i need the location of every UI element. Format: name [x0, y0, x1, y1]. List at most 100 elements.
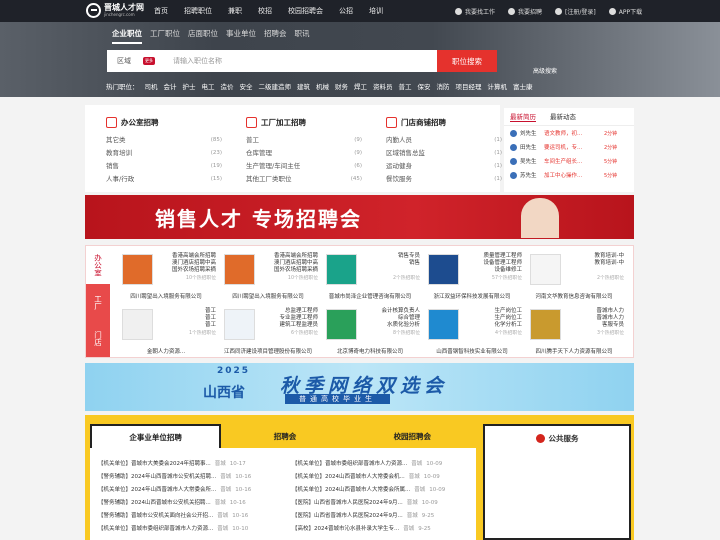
sales-fair-banner[interactable]: 销售人才 专场招聘会: [85, 195, 634, 239]
category-item[interactable]: 生产管理/车间主任 (6): [226, 160, 362, 173]
list-item[interactable]: 【机关单位】晋城市委组织部晋城市人力资源... 晋城 10-09: [292, 458, 442, 470]
company-card[interactable]: 销售专员 销售 2个热招职位 晋城市尚泽企业管理咨询有限公司: [320, 247, 420, 301]
autumn-fair-banner[interactable]: 2025 山西省 秋季网络双选会 普通高校毕业生: [85, 363, 634, 411]
public-services-title[interactable]: 公共服务: [549, 434, 579, 443]
hot-job[interactable]: 护士: [183, 81, 196, 91]
list-item[interactable]: 【高校】2024晋城市沁水县补录大学生专... 晋城 9-25: [292, 523, 431, 535]
tab-store[interactable]: 店面职位: [188, 28, 218, 44]
area-select[interactable]: 区域: [107, 56, 139, 66]
nav-campus[interactable]: 校招: [258, 6, 272, 16]
company-card[interactable]: 香港高端会所招聘 澳门酒店招聘中高 国外农场招聘采摘 10个热招职位 四川聘望出入境服务…: [218, 247, 318, 301]
resume-row[interactable]: 吴先生 车间生产组长... 5分钟: [504, 154, 634, 168]
category-item[interactable]: 其他工厂类职位 (45): [226, 173, 362, 186]
tab-job-fair[interactable]: 招聘会: [221, 424, 348, 448]
hot-job[interactable]: 二级建造师: [259, 81, 292, 91]
nav-jobs[interactable]: 招聘职位: [184, 6, 212, 16]
list-item[interactable]: 【医院】山西省晋城市人民医院2024年9月... 晋城 10-09: [292, 497, 438, 509]
tab-latest-news[interactable]: 最新动态: [550, 111, 576, 122]
category-item[interactable]: 区域销售总监 (1): [366, 147, 502, 160]
list-item[interactable]: 【机关单位】晋城市大美委会2024年招聘事... 晋城 10-17: [98, 458, 246, 470]
list-item[interactable]: 【机关单位】2024年山西晋城市人大常委会所... 晋城 10-16: [98, 484, 251, 496]
login-link[interactable]: [注册/登录]: [555, 7, 596, 16]
resume-row[interactable]: 田先生 要运司机，专... 2分钟: [504, 140, 634, 154]
company-grid: 办公室 工厂 门店 香港高端会所招聘 澳门酒店招聘中高 国外农场招聘采摘 10个热招职…: [85, 245, 634, 358]
logo-icon: [86, 3, 101, 18]
site-logo[interactable]: 晋城人才网 jinchengrc.com: [86, 3, 144, 18]
company-card[interactable]: 香港高端会所招聘 澳门酒店招聘中高 国外农场招聘采摘 10个热招职位 四川聘望出入境服务…: [116, 247, 216, 301]
search-button[interactable]: 职位搜索: [437, 50, 497, 72]
notice-list: 【机关单位】晋城市大美委会2024年招聘事... 晋城 10-17 【机关单位】晋城…: [90, 448, 476, 540]
resume-row[interactable]: 苏先生 加工中心操作... 5分钟: [504, 168, 634, 182]
category-item[interactable]: 其它类 (85): [86, 134, 222, 147]
hot-job[interactable]: 富士康: [513, 81, 533, 91]
nav-parttime[interactable]: 兼职: [228, 6, 242, 16]
tab-institution[interactable]: 事业单位: [226, 28, 256, 44]
search-input[interactable]: 请输入职位名称: [173, 56, 437, 66]
hot-job[interactable]: 会计: [164, 81, 177, 91]
tab-office[interactable]: 办公室: [86, 246, 110, 284]
tab-factory-side[interactable]: 工厂: [86, 284, 110, 320]
tab-factory[interactable]: 工厂职位: [150, 28, 180, 44]
tab-enterprise[interactable]: 企业职位: [112, 28, 142, 44]
nav-public[interactable]: 公招: [339, 6, 353, 16]
category-office: 办公室招聘 其它类 (85) 教育培训 (23) 销售 (19) 人事/行政 (15): [86, 110, 222, 190]
hot-job[interactable]: 保安: [418, 81, 431, 91]
category-title[interactable]: 门店商铺招聘: [401, 117, 446, 128]
hot-job[interactable]: 机械: [316, 81, 329, 91]
category-item[interactable]: 餐饮服务 (1): [366, 173, 502, 186]
hot-job[interactable]: 计算机: [488, 81, 508, 91]
category-item[interactable]: 普工 (9): [226, 134, 362, 147]
hot-label: 热门职位：: [106, 83, 139, 91]
tab-enterprise-jobs[interactable]: 企事业单位招聘: [90, 424, 222, 448]
nav-home[interactable]: 首页: [154, 6, 168, 16]
list-item[interactable]: 【警务辅助】2024年山西晋城市公安机关招聘... 晋城 10-16: [98, 471, 251, 483]
tab-news[interactable]: 职讯: [295, 28, 310, 44]
hot-job[interactable]: 项目经理: [456, 81, 482, 91]
nav-campus-fair[interactable]: 校园招聘会: [288, 6, 323, 16]
company-card[interactable]: 普工 普工 普工 1个热招职位 金朝人力资源...: [116, 302, 216, 356]
tab-campus-fair[interactable]: 校园招聘会: [349, 424, 476, 448]
company-card[interactable]: 会计核算负责人 综合管理 水质化验分析 8个热招职位 北京博奇电力科技有限公司: [320, 302, 420, 356]
tab-fair[interactable]: 招聘会: [264, 28, 287, 44]
tab-store-side[interactable]: 门店: [86, 320, 110, 357]
category-item[interactable]: 销售 (19): [86, 160, 222, 173]
company-card[interactable]: 晋城市人力 晋城市人力 客服专员 3个热招职位 四川腾手天下人力资源有限公司: [524, 302, 624, 356]
resume-row[interactable]: 刘先生 语文教师，初... 2分钟: [504, 126, 634, 140]
category-item[interactable]: 人事/行政 (15): [86, 173, 222, 186]
find-job-link[interactable]: 我要找工作: [455, 7, 495, 16]
hot-job[interactable]: 造价: [221, 81, 234, 91]
hot-job[interactable]: 财务: [335, 81, 348, 91]
list-item[interactable]: 【机关单位】2024山西晋城市人大常委会所属... 晋城 10-09: [292, 484, 445, 496]
category-item[interactable]: 运动健身 (1): [366, 160, 502, 173]
list-item[interactable]: 【机关单位】2024山西晋城市人大常委会机... 晋城 10-09: [292, 471, 440, 483]
category-title[interactable]: 办公室招聘: [121, 117, 159, 128]
company-card[interactable]: 总监理工程师 专业监理工程师 建筑工程监理员 6个热招职位 江西同济建设项目管理股份有限…: [218, 302, 318, 356]
hot-job[interactable]: 建筑: [297, 81, 310, 91]
recruit-link[interactable]: 我要招聘: [508, 7, 542, 16]
category-item[interactable]: 内勤人员 (1): [366, 134, 502, 147]
hot-job[interactable]: 资料员: [373, 81, 393, 91]
category-item[interactable]: 仓库管理 (9): [226, 147, 362, 160]
company-card[interactable]: 生产岗位工 生产岗位工 化学分析工 4个热招职位 山西晋钢智科技实业有限公司: [422, 302, 522, 356]
hot-job[interactable]: 焊工: [354, 81, 367, 91]
hot-job[interactable]: 消防: [437, 81, 450, 91]
category-item[interactable]: 教育培训 (23): [86, 147, 222, 160]
advanced-search-link[interactable]: 高级搜索: [533, 66, 557, 75]
hot-job[interactable]: 电工: [202, 81, 215, 91]
hot-job[interactable]: 安全: [240, 81, 253, 91]
list-item[interactable]: 【警务辅助】晋城市公安机关面向社会公开招... 晋城 10-16: [98, 510, 248, 522]
app-download-link[interactable]: APP下载: [608, 7, 642, 16]
store-icon: [386, 117, 397, 128]
company-card[interactable]: 质量管理工程师 设备管理工程师 设备维修工 57个热招职位 浙江双益环保科技发展有限公司: [422, 247, 522, 301]
list-item[interactable]: 【警务辅助】2024山西晋城市公安机关招聘... 晋城 10-16: [98, 497, 246, 509]
tab-latest-resumes[interactable]: 最新简历: [510, 111, 536, 122]
category-title[interactable]: 工厂加工招聘: [261, 117, 306, 128]
hot-job[interactable]: 司机: [145, 81, 158, 91]
hot-job[interactable]: 普工: [399, 81, 412, 91]
list-item[interactable]: 【医院】山西省晋城市人民医院2024年9月... 晋城 9-25: [292, 510, 434, 522]
top-right-links: 我要找工作 我要招聘 [注册/登录] APP下载: [455, 0, 642, 22]
area-more-badge[interactable]: 更多: [143, 57, 155, 65]
nav-training[interactable]: 培训: [369, 6, 383, 16]
list-item[interactable]: 【机关单位】晋城市委组织部晋城市人力资源... 晋城 10-10: [98, 523, 248, 535]
company-card[interactable]: 教育培训-中 教育培训-中 2个热招职位 河南文华教育信息咨询有限公司: [524, 247, 624, 301]
